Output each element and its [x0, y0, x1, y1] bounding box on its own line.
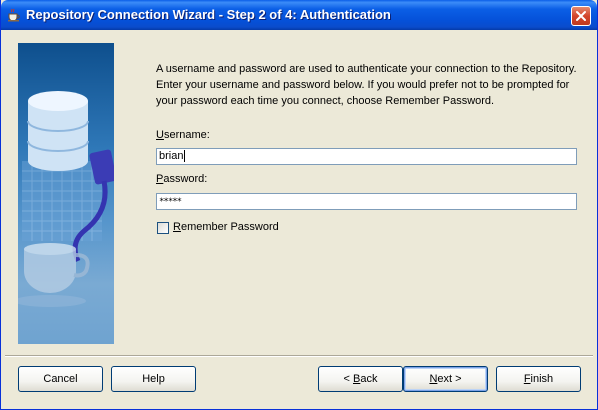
password-label-rest: assword:: [163, 173, 208, 185]
button-divider: [5, 355, 593, 357]
help-button-label: Help: [142, 373, 165, 385]
finish-rest: inish: [530, 373, 554, 385]
cancel-button[interactable]: Cancel: [18, 366, 103, 392]
database-icon: [27, 91, 89, 171]
username-value: brian: [159, 150, 184, 162]
window-title: Repository Connection Wizard - Step 2 of…: [26, 7, 391, 22]
username-label: Username:: [156, 129, 210, 141]
finish-mnemonic: F: [523, 373, 531, 385]
close-button[interactable]: [571, 6, 591, 26]
username-label-rest: sername:: [163, 129, 210, 141]
username-input[interactable]: brian: [156, 148, 577, 165]
remember-label-rest: emember Password: [180, 221, 279, 233]
wizard-banner-image: [18, 43, 114, 344]
finish-button[interactable]: Finish: [496, 366, 581, 392]
next-rest: ext >: [437, 373, 462, 385]
next-button[interactable]: Next >: [403, 366, 488, 392]
password-label: Password:: [156, 173, 207, 185]
back-rest: ack: [360, 373, 378, 385]
coffee-cup-icon: [7, 8, 21, 22]
close-icon: [576, 11, 586, 21]
back-prefix: <: [343, 373, 353, 385]
title-bar[interactable]: Repository Connection Wizard - Step 2 of…: [1, 0, 597, 30]
remember-password-checkbox[interactable]: [157, 222, 169, 234]
password-input[interactable]: *****: [156, 193, 577, 210]
help-button[interactable]: Help: [111, 366, 196, 392]
text-cursor: [184, 150, 186, 163]
remember-label-mnemonic: R: [173, 221, 181, 233]
password-value: *****: [159, 197, 182, 207]
remember-password-label[interactable]: Remember Password: [173, 221, 279, 233]
username-label-mnemonic: U: [156, 129, 164, 141]
description-text: A username and password are used to auth…: [156, 63, 577, 107]
wizard-window: Repository Connection Wizard - Step 2 of…: [0, 0, 598, 410]
back-button[interactable]: < Back: [318, 366, 403, 392]
cancel-button-label: Cancel: [43, 373, 78, 385]
